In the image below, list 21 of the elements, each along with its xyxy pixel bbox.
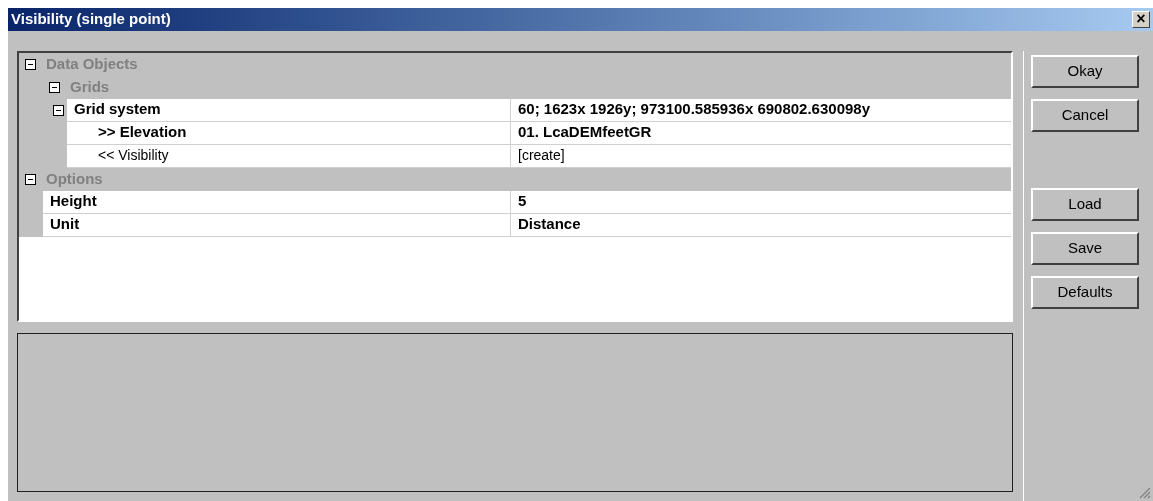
dialog-button[interactable]: Okay xyxy=(1031,54,1139,88)
category-label: Options xyxy=(46,168,103,189)
property-name[interactable]: Height xyxy=(43,190,511,214)
category-label: Grids xyxy=(70,76,110,97)
indent-margin xyxy=(19,213,43,237)
resize-grip-icon[interactable] xyxy=(1139,487,1151,499)
close-button[interactable]: × xyxy=(1132,10,1150,28)
dialog-button[interactable]: Load xyxy=(1031,187,1139,221)
dialog-button[interactable]: Defaults xyxy=(1031,275,1139,309)
collapse-icon[interactable] xyxy=(25,58,36,70)
category-label: Data Objects xyxy=(46,53,138,74)
collapse-icon[interactable] xyxy=(49,81,60,93)
property-name[interactable]: << Visibility xyxy=(67,144,511,168)
collapse-icon[interactable] xyxy=(25,173,36,185)
dialog-button[interactable]: Save xyxy=(1031,231,1139,265)
property-name[interactable]: Unit xyxy=(43,213,511,237)
property-name[interactable]: >> Elevation xyxy=(67,121,511,145)
property-name[interactable]: Grid system xyxy=(67,98,511,122)
window-title: Visibility (single point) xyxy=(11,9,171,29)
dialog-button[interactable]: Cancel xyxy=(1031,98,1139,132)
collapse-icon[interactable] xyxy=(53,104,64,116)
